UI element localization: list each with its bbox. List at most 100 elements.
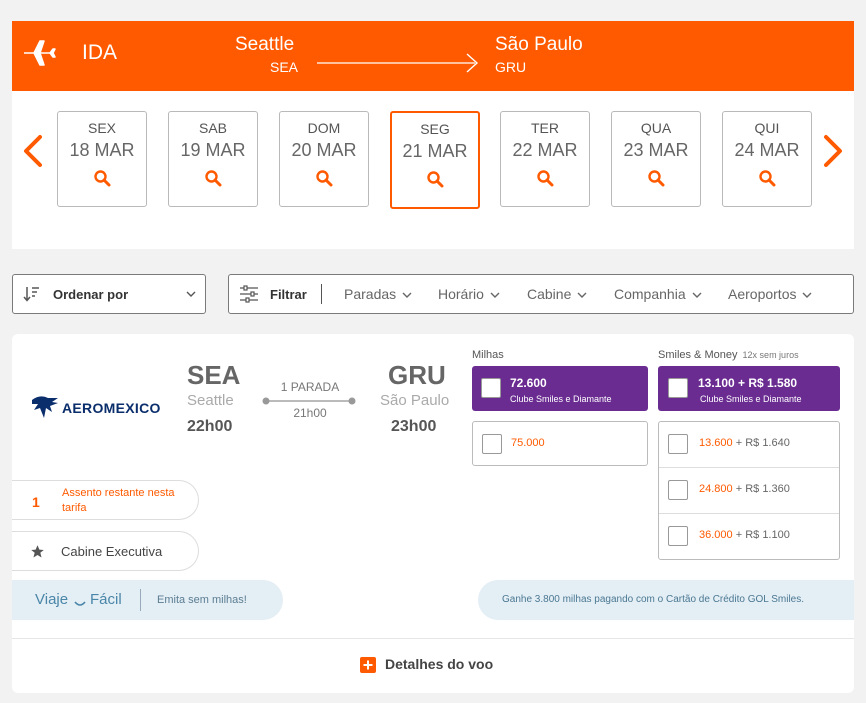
- filter-paradas-label: Paradas: [344, 286, 397, 302]
- fare-checkbox[interactable]: [668, 434, 688, 454]
- flight-details-toggle[interactable]: Detalhes do voo: [360, 654, 520, 676]
- filter-cabine-label: Cabine: [527, 286, 572, 302]
- route-line-icon: [262, 397, 356, 405]
- milhas-club-value: 72.600: [510, 376, 547, 390]
- fare-money: + R$ 1.360: [735, 483, 790, 495]
- fare-checkbox[interactable]: [668, 480, 688, 500]
- sort-dropdown[interactable]: Ordenar por: [12, 274, 206, 314]
- stops-label: 1 PARADA: [280, 380, 340, 394]
- fare-checkbox[interactable]: [482, 434, 502, 454]
- arrival-time: 23h00: [391, 418, 437, 435]
- filter-horario[interactable]: Horário: [438, 286, 500, 302]
- duration-label: 21h00: [293, 406, 327, 420]
- star-icon: [31, 545, 44, 558]
- plus-icon: [360, 657, 376, 673]
- milhas-club-fare-option[interactable]: 72.600 Clube Smiles e Diamante: [472, 366, 648, 411]
- search-icon: [316, 170, 333, 187]
- fare-checkbox[interactable]: [668, 526, 688, 546]
- filter-label[interactable]: Filtrar: [270, 287, 307, 302]
- airplane-icon: [24, 40, 56, 66]
- arrival-code: GRU: [388, 360, 446, 390]
- airline-logo: AEROMEXICO: [30, 394, 160, 420]
- date-value: 23 MAR: [623, 140, 689, 160]
- departure-code: SEA: [187, 360, 241, 390]
- viaje-brand-a: Viaje: [35, 591, 69, 608]
- smiles-money-club-value: 13.100 + R$ 1.580: [698, 376, 798, 390]
- smiles-money-club-text: Clube Smiles e Diamante: [700, 394, 802, 404]
- fare-miles: 13.600: [699, 437, 733, 449]
- search-icon: [427, 171, 444, 188]
- divider: [12, 638, 854, 639]
- fare-checkbox[interactable]: [481, 378, 501, 398]
- milhas-fare-value: 75.000: [511, 437, 545, 449]
- route-header: IDA Seattle SEA São Paulo GRU: [12, 21, 854, 91]
- smiles-money-option-1[interactable]: 13.600 + R$ 1.640: [659, 422, 839, 468]
- fare-value: 13.600 + R$ 1.640: [699, 437, 790, 449]
- fare-value: 36.000 + R$ 1.100: [699, 529, 790, 541]
- milhas-club-text: Clube Smiles e Diamante: [510, 394, 612, 404]
- date-card-seg-21-mar-selected[interactable]: SEG 21 MAR: [390, 111, 480, 209]
- date-weekday: TER: [531, 120, 559, 136]
- fare-money: + R$ 1.100: [735, 529, 790, 541]
- search-icon: [648, 170, 665, 187]
- filter-paradas[interactable]: Paradas: [344, 286, 412, 302]
- milhas-fare-option[interactable]: 75.000: [472, 421, 648, 466]
- date-value: 22 MAR: [512, 140, 578, 160]
- chevron-down-icon: [577, 292, 587, 299]
- fare-miles: 24.800: [699, 483, 733, 495]
- date-card-qui-24-mar[interactable]: QUI 24 MAR: [722, 111, 812, 207]
- divider: [321, 284, 322, 304]
- sort-icon: [23, 287, 39, 302]
- date-card-dom-20-mar[interactable]: DOM 20 MAR: [279, 111, 369, 207]
- date-card-qua-23-mar[interactable]: QUA 23 MAR: [611, 111, 701, 207]
- filter-companhia[interactable]: Companhia: [614, 286, 702, 302]
- airline-name: AEROMEXICO: [62, 400, 161, 416]
- viaje-text: Emita sem milhas!: [157, 594, 247, 606]
- date-value: 20 MAR: [291, 140, 357, 160]
- date-card-ter-22-mar[interactable]: TER 22 MAR: [500, 111, 590, 207]
- cabin-text: Cabine Executiva: [61, 544, 163, 559]
- gol-card-promo-banner[interactable]: Ganhe 3.800 milhas pagando com o Cartão …: [478, 580, 854, 620]
- fare-money: + R$ 1.640: [735, 437, 790, 449]
- direction-label: IDA: [82, 41, 118, 64]
- milhas-label: Milhas: [472, 349, 504, 361]
- date-value: 21 MAR: [402, 141, 468, 161]
- fare-value: 24.800 + R$ 1.360: [699, 483, 790, 495]
- eagle-knight-icon: [32, 396, 58, 418]
- date-selector: SEX 18 MAR SAB 19 MAR DOM 20 MAR SEG 21 …: [12, 91, 854, 249]
- date-card-sab-19-mar[interactable]: SAB 19 MAR: [168, 111, 258, 207]
- search-icon: [94, 170, 111, 187]
- gol-promo-text: Ganhe 3.800 milhas pagando com o Cartão …: [502, 594, 805, 605]
- fare-checkbox[interactable]: [668, 378, 688, 398]
- filter-companhia-label: Companhia: [614, 286, 686, 302]
- flight-details-label: Detalhes do voo: [385, 656, 494, 672]
- seats-count: 1: [32, 494, 40, 510]
- date-weekday: SAB: [198, 120, 227, 136]
- smiles-money-club-fare-option[interactable]: 13.100 + R$ 1.580 Clube Smiles e Diamant…: [658, 366, 840, 411]
- departure-city: Seattle: [187, 392, 234, 409]
- prev-date-arrow-icon[interactable]: [20, 131, 46, 171]
- smiles-money-options: 13.600 + R$ 1.640 24.800 + R$ 1.360 36.0…: [658, 421, 840, 560]
- next-date-arrow-icon[interactable]: [820, 131, 846, 171]
- filter-aeroportos[interactable]: Aeroportos: [728, 286, 812, 302]
- sort-label: Ordenar por: [53, 287, 129, 302]
- chevron-down-icon: [402, 292, 412, 299]
- chevron-down-icon: [802, 292, 812, 299]
- chevron-down-icon: [692, 292, 702, 299]
- smiles-money-option-2[interactable]: 24.800 + R$ 1.360: [659, 468, 839, 514]
- date-value: 19 MAR: [180, 140, 246, 160]
- smiles-money-label: Smiles & Money: [658, 349, 738, 361]
- date-card-sex-18-mar[interactable]: SEX 18 MAR: [57, 111, 147, 207]
- filter-cabine[interactable]: Cabine: [527, 286, 587, 302]
- arrival-city: São Paulo: [380, 392, 450, 409]
- departure-time: 22h00: [187, 418, 233, 435]
- date-weekday: DOM: [307, 120, 341, 136]
- smiles-money-option-3[interactable]: 36.000 + R$ 1.100: [659, 514, 839, 560]
- viaje-facil-banner[interactable]: Viaje Fácil Emita sem milhas!: [12, 580, 283, 620]
- date-weekday: SEG: [420, 121, 450, 137]
- flight-card: AEROMEXICO SEA Seattle 22h00 1 PARADA 21…: [12, 334, 854, 693]
- cabin-badge: Cabine Executiva: [12, 531, 199, 571]
- chevron-down-icon: [490, 292, 500, 299]
- date-value: 18 MAR: [69, 140, 135, 160]
- chevron-down-icon: [186, 291, 196, 297]
